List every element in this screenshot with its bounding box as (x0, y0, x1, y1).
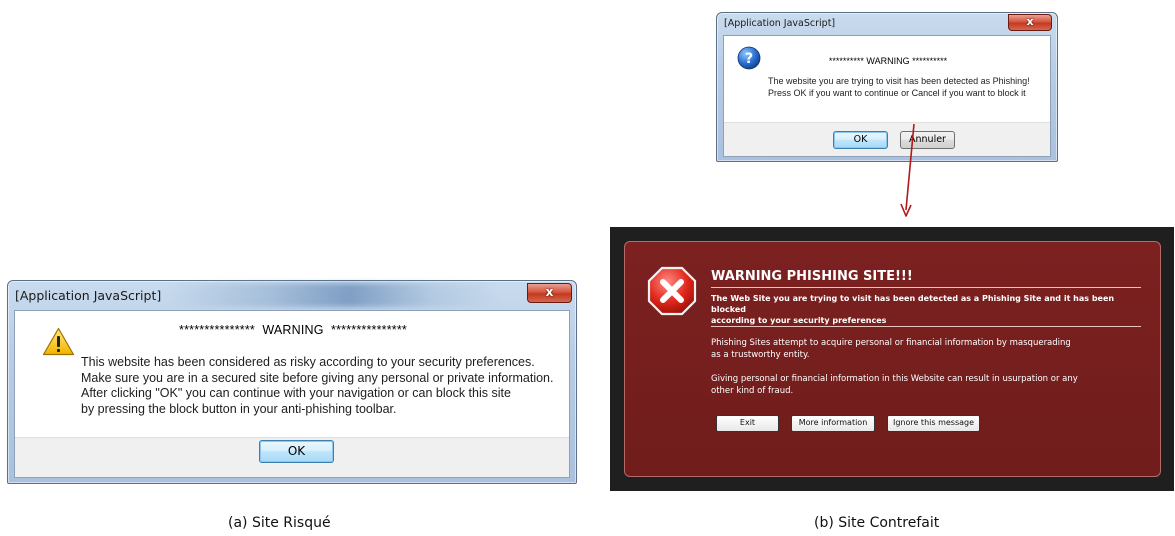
dialog-title: [Application JavaScript] (15, 288, 162, 303)
more-information-button[interactable]: More information (791, 415, 875, 432)
divider (711, 326, 1141, 327)
phishing-warning-page: WARNING PHISHING SITE!!! The Web Site yo… (610, 227, 1174, 491)
warning-panel: WARNING PHISHING SITE!!! The Web Site yo… (624, 241, 1161, 477)
dialog-client-area: ? ********** WARNING ********** The webs… (723, 35, 1051, 157)
warning-headline: ********** WARNING ********** (828, 56, 948, 66)
message-line: Make sure you are in a secured site befo… (81, 370, 554, 385)
warning-subtitle: The Web Site you are trying to visit has… (711, 293, 1151, 326)
warning-headline: *************** WARNING *************** (179, 323, 407, 337)
close-button[interactable]: x (1008, 14, 1052, 31)
paragraph-line: as a trustworthy entity. (711, 349, 810, 360)
ok-button[interactable]: OK (259, 440, 334, 463)
paragraph-line: Phishing Sites attempt to acquire person… (711, 338, 1071, 348)
risky-site-dialog: [Application JavaScript] x *************… (7, 280, 577, 484)
message-line: The website you are trying to visit has … (768, 76, 1030, 86)
caption-b: (b) Site Contrefait (814, 515, 940, 531)
ok-button[interactable]: OK (833, 131, 888, 149)
message-line: After clicking "OK" you can continue wit… (81, 386, 511, 400)
dialog-title: [Application JavaScript] (724, 18, 836, 29)
phishing-explanation: Phishing Sites attempt to acquire person… (711, 338, 1151, 361)
dialog-message: This website has been considered as risk… (81, 355, 561, 417)
subtitle-line: The Web Site you are trying to visit has… (711, 294, 1115, 314)
message-line: by pressing the block button in your ant… (81, 401, 397, 416)
dialog-message: The website you are trying to visit has … (768, 76, 1052, 99)
divider (711, 287, 1141, 288)
ignore-message-button[interactable]: Ignore this message (887, 415, 980, 432)
exit-button[interactable]: Exit (716, 415, 779, 432)
phishing-confirm-dialog: [Application JavaScript] x ? ********** … (716, 12, 1058, 162)
message-line: Press OK if you want to continue or Canc… (768, 87, 1026, 98)
fraud-warning: Giving personal or financial information… (711, 374, 1151, 397)
paragraph-line: Giving personal or financial information… (711, 374, 1078, 384)
caption-a: (a) Site Risqué (228, 515, 331, 531)
dialog-client-area: *************** WARNING *************** … (14, 310, 570, 478)
close-button[interactable]: x (527, 283, 572, 303)
message-line: This website has been considered as risk… (81, 355, 535, 369)
warning-title: WARNING PHISHING SITE!!! (711, 269, 913, 284)
paragraph-line: other kind of fraud. (711, 385, 794, 396)
error-x-icon (647, 266, 697, 316)
flow-arrow (900, 123, 915, 217)
subtitle-line: according to your security preferences (711, 316, 887, 325)
